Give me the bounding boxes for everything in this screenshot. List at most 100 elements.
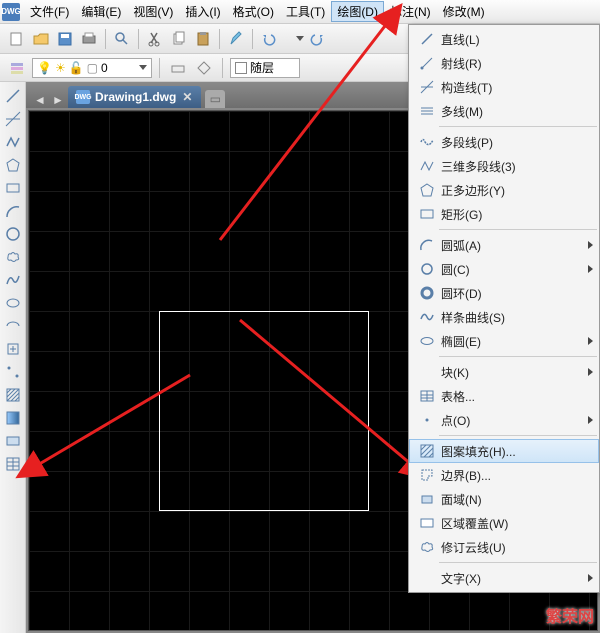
menu-label: 直线(L) — [441, 31, 593, 48]
menu-2[interactable]: 视图(V) — [127, 1, 179, 22]
menu-item-circle[interactable]: 圆(C) — [409, 257, 599, 281]
layer-button-1[interactable] — [167, 57, 189, 79]
donut-icon — [415, 284, 439, 302]
ray-icon — [415, 54, 439, 72]
revcloud-icon — [415, 538, 439, 556]
menu-item-mline[interactable]: 多线(M) — [409, 99, 599, 123]
menu-5[interactable]: 工具(T) — [280, 1, 331, 22]
menu-4[interactable]: 格式(O) — [227, 1, 280, 22]
redo-button[interactable] — [306, 28, 328, 50]
text-icon — [415, 569, 439, 587]
menu-item-table[interactable]: 表格... — [409, 384, 599, 408]
menubar: DWG 文件(F)编辑(E)视图(V)插入(I)格式(O)工具(T)绘图(D)标… — [0, 0, 600, 24]
print-icon: ▢ — [87, 61, 98, 75]
pline-tool[interactable] — [3, 132, 23, 152]
menu-label: 多段线(P) — [441, 134, 593, 151]
line-tool[interactable] — [3, 86, 23, 106]
hatch-tool[interactable] — [3, 385, 23, 405]
menu-item-ray[interactable]: 射线(R) — [409, 51, 599, 75]
menu-label: 构造线(T) — [441, 79, 593, 96]
document-tab[interactable]: DWG Drawing1.dwg ✕ — [68, 86, 201, 108]
color-combo[interactable]: 随层 — [230, 58, 300, 78]
save-button[interactable] — [54, 28, 76, 50]
app-icon: DWG — [2, 3, 20, 21]
menu-item-xline[interactable]: 构造线(T) — [409, 75, 599, 99]
layer-button-2[interactable] — [193, 57, 215, 79]
tab-next[interactable]: ► — [50, 92, 66, 108]
copy-button[interactable] — [168, 28, 190, 50]
menu-label: 矩形(G) — [441, 206, 593, 223]
menu-label: 圆(C) — [441, 261, 586, 278]
arc-tool[interactable] — [3, 201, 23, 221]
table-tool[interactable] — [3, 454, 23, 474]
revcloud-tool[interactable] — [3, 247, 23, 267]
menu-item-wipeout[interactable]: 区域覆盖(W) — [409, 511, 599, 535]
watermark: 繁荣网 — [546, 603, 594, 627]
menu-6[interactable]: 绘图(D) — [331, 1, 384, 22]
menu-label: 椭圆(E) — [441, 333, 586, 350]
bulb-icon: 💡 — [37, 61, 52, 75]
menu-item-line[interactable]: 直线(L) — [409, 27, 599, 51]
undo-button[interactable] — [258, 28, 280, 50]
open-button[interactable] — [30, 28, 52, 50]
menu-7[interactable]: 标注(N) — [384, 1, 437, 22]
menu-item-spline[interactable]: 样条曲线(S) — [409, 305, 599, 329]
gradient-tool[interactable] — [3, 408, 23, 428]
menu-item-polygon[interactable]: 正多边形(Y) — [409, 178, 599, 202]
undo-dropdown[interactable] — [282, 28, 304, 50]
menu-item-boundary[interactable]: 边界(B)... — [409, 463, 599, 487]
menu-label: 表格... — [441, 388, 593, 405]
paste-button[interactable] — [192, 28, 214, 50]
menu-item-pline[interactable]: 多段线(P) — [409, 130, 599, 154]
menu-3[interactable]: 插入(I) — [179, 1, 226, 22]
layer-manager-button[interactable] — [6, 57, 28, 79]
spline-tool[interactable] — [3, 270, 23, 290]
circle-tool[interactable] — [3, 224, 23, 244]
3dpoly-icon — [415, 157, 439, 175]
rect-icon — [415, 205, 439, 223]
point-tool[interactable] — [3, 362, 23, 382]
arc-icon — [415, 236, 439, 254]
insert-block-tool[interactable] — [3, 339, 23, 359]
menu-item-3dpoly[interactable]: 三维多段线(3) — [409, 154, 599, 178]
chevron-right-icon — [588, 368, 593, 376]
menu-0[interactable]: 文件(F) — [24, 1, 75, 22]
layer-combo[interactable]: 💡 ☀ 🔓 ▢ 0 — [32, 58, 152, 78]
ellipse-tool[interactable] — [3, 293, 23, 313]
menu-item-arc[interactable]: 圆弧(A) — [409, 233, 599, 257]
menu-label: 正多边形(Y) — [441, 182, 593, 199]
print-button[interactable] — [78, 28, 100, 50]
rectangle-shape[interactable] — [159, 311, 369, 511]
cut-button[interactable] — [144, 28, 166, 50]
ellipse-arc-tool[interactable] — [3, 316, 23, 336]
new-tab[interactable]: ▭ — [205, 90, 225, 108]
menu-label: 圆弧(A) — [441, 237, 586, 254]
xline-tool[interactable] — [3, 109, 23, 129]
menu-item-hatch[interactable]: 图案填充(H)... — [409, 439, 599, 463]
menu-item-text[interactable]: 文字(X) — [409, 566, 599, 590]
menu-item-point[interactable]: 点(O) — [409, 408, 599, 432]
region-tool[interactable] — [3, 431, 23, 451]
find-button[interactable] — [111, 28, 133, 50]
wipeout-icon — [415, 514, 439, 532]
line-icon — [415, 30, 439, 48]
polygon-tool[interactable] — [3, 155, 23, 175]
menu-item-revcloud[interactable]: 修订云线(U) — [409, 535, 599, 559]
menu-item-rect[interactable]: 矩形(G) — [409, 202, 599, 226]
menu-8[interactable]: 修改(M) — [437, 1, 491, 22]
dwg-icon: DWG — [76, 90, 90, 104]
tab-title: Drawing1.dwg — [95, 90, 176, 104]
menu-item-block[interactable]: 块(K) — [409, 360, 599, 384]
tab-prev[interactable]: ◄ — [32, 92, 48, 108]
menu-item-ellipse[interactable]: 椭圆(E) — [409, 329, 599, 353]
spline-icon — [415, 308, 439, 326]
ellipse-icon — [415, 332, 439, 350]
rect-tool[interactable] — [3, 178, 23, 198]
new-file-button[interactable] — [6, 28, 28, 50]
menu-item-region[interactable]: 面域(N) — [409, 487, 599, 511]
menu-1[interactable]: 编辑(E) — [75, 1, 127, 22]
close-icon[interactable]: ✕ — [181, 91, 193, 103]
brush-button[interactable] — [225, 28, 247, 50]
menu-item-donut[interactable]: 圆环(D) — [409, 281, 599, 305]
menu-label: 样条曲线(S) — [441, 309, 593, 326]
